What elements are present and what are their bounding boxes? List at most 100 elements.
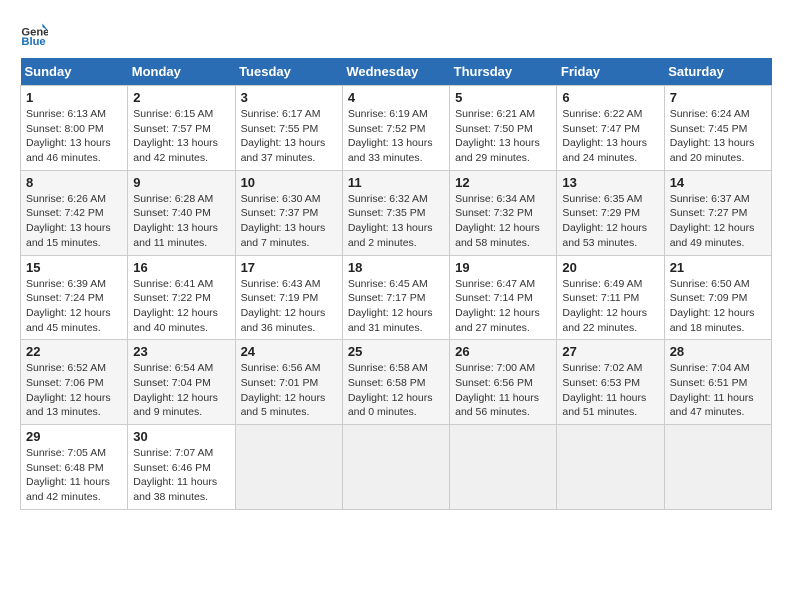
day-info: Sunrise: 6:21 AM Sunset: 7:50 PM Dayligh…: [455, 107, 551, 166]
day-info: Sunrise: 6:30 AM Sunset: 7:37 PM Dayligh…: [241, 192, 337, 251]
calendar-week-0: 1 Sunrise: 6:13 AM Sunset: 8:00 PM Daylig…: [21, 86, 772, 171]
day-number: 4: [348, 90, 444, 105]
calendar-cell: 20Sunrise: 6:49 AM Sunset: 7:11 PM Dayli…: [557, 255, 664, 340]
calendar-week-1: 8 Sunrise: 6:26 AM Sunset: 7:42 PM Daylig…: [21, 170, 772, 255]
calendar-cell: 1 Sunrise: 6:13 AM Sunset: 8:00 PM Daylig…: [21, 86, 128, 171]
day-number: 8: [26, 175, 122, 190]
day-info: Sunrise: 6:52 AM Sunset: 7:06 PM Dayligh…: [26, 361, 122, 420]
day-info: Sunrise: 6:45 AM Sunset: 7:17 PM Dayligh…: [348, 277, 444, 336]
day-info: Sunrise: 6:49 AM Sunset: 7:11 PM Dayligh…: [562, 277, 658, 336]
calendar-cell: 11 Sunrise: 6:32 AM Sunset: 7:35 PM Dayli…: [342, 170, 449, 255]
day-number: 28: [670, 344, 766, 359]
day-info: Sunrise: 6:24 AM Sunset: 7:45 PM Dayligh…: [670, 107, 766, 166]
day-number: 16: [133, 260, 229, 275]
day-number: 25: [348, 344, 444, 359]
day-info: Sunrise: 7:05 AM Sunset: 6:48 PM Dayligh…: [26, 446, 122, 505]
calendar-week-2: 15 Sunrise: 6:39 AM Sunset: 7:24 PM Dayli…: [21, 255, 772, 340]
calendar-cell: 21 Sunrise: 6:50 AM Sunset: 7:09 PM Dayli…: [664, 255, 771, 340]
day-info: Sunrise: 6:43 AM Sunset: 7:19 PM Dayligh…: [241, 277, 337, 336]
calendar-table: SundayMondayTuesdayWednesdayThursdayFrid…: [20, 58, 772, 510]
day-info: Sunrise: 6:37 AM Sunset: 7:27 PM Dayligh…: [670, 192, 766, 251]
day-number: 15: [26, 260, 122, 275]
calendar-cell: 22 Sunrise: 6:52 AM Sunset: 7:06 PM Dayli…: [21, 340, 128, 425]
weekday-header-friday: Friday: [557, 58, 664, 86]
weekday-header-wednesday: Wednesday: [342, 58, 449, 86]
calendar-cell: 12 Sunrise: 6:34 AM Sunset: 7:32 PM Dayli…: [450, 170, 557, 255]
logo: General Blue: [20, 20, 48, 48]
calendar-cell: [342, 425, 449, 510]
calendar-cell: 28Sunrise: 7:04 AM Sunset: 6:51 PM Dayli…: [664, 340, 771, 425]
day-number: 17: [241, 260, 337, 275]
weekday-header-tuesday: Tuesday: [235, 58, 342, 86]
day-number: 1: [26, 90, 122, 105]
calendar-cell: 17 Sunrise: 6:43 AM Sunset: 7:19 PM Dayli…: [235, 255, 342, 340]
day-info: Sunrise: 6:35 AM Sunset: 7:29 PM Dayligh…: [562, 192, 658, 251]
day-number: 10: [241, 175, 337, 190]
calendar-cell: 14 Sunrise: 6:37 AM Sunset: 7:27 PM Dayli…: [664, 170, 771, 255]
day-number: 14: [670, 175, 766, 190]
weekday-header-monday: Monday: [128, 58, 235, 86]
day-info: Sunrise: 6:58 AM Sunset: 6:58 PM Dayligh…: [348, 361, 444, 420]
day-number: 11: [348, 175, 444, 190]
day-info: Sunrise: 6:22 AM Sunset: 7:47 PM Dayligh…: [562, 107, 658, 166]
day-number: 29: [26, 429, 122, 444]
day-info: Sunrise: 7:02 AM Sunset: 6:53 PM Dayligh…: [562, 361, 658, 420]
day-number: 27: [562, 344, 658, 359]
calendar-cell: 5Sunrise: 6:21 AM Sunset: 7:50 PM Daylig…: [450, 86, 557, 171]
day-info: Sunrise: 6:13 AM Sunset: 8:00 PM Dayligh…: [26, 107, 122, 166]
day-number: 22: [26, 344, 122, 359]
calendar-cell: 7 Sunrise: 6:24 AM Sunset: 7:45 PM Daylig…: [664, 86, 771, 171]
calendar-cell: [450, 425, 557, 510]
calendar-cell: [235, 425, 342, 510]
calendar-cell: [664, 425, 771, 510]
calendar-cell: 27 Sunrise: 7:02 AM Sunset: 6:53 PM Dayli…: [557, 340, 664, 425]
day-number: 7: [670, 90, 766, 105]
day-number: 2: [133, 90, 229, 105]
day-info: Sunrise: 6:28 AM Sunset: 7:40 PM Dayligh…: [133, 192, 229, 251]
day-number: 12: [455, 175, 551, 190]
calendar-cell: 6Sunrise: 6:22 AM Sunset: 7:47 PM Daylig…: [557, 86, 664, 171]
calendar-cell: 2 Sunrise: 6:15 AM Sunset: 7:57 PM Daylig…: [128, 86, 235, 171]
calendar-cell: 4 Sunrise: 6:19 AM Sunset: 7:52 PM Daylig…: [342, 86, 449, 171]
day-number: 26: [455, 344, 551, 359]
calendar-week-4: 29 Sunrise: 7:05 AM Sunset: 6:48 PM Dayli…: [21, 425, 772, 510]
day-number: 9: [133, 175, 229, 190]
weekday-header-thursday: Thursday: [450, 58, 557, 86]
calendar-cell: 16 Sunrise: 6:41 AM Sunset: 7:22 PM Dayli…: [128, 255, 235, 340]
calendar-cell: 24 Sunrise: 6:56 AM Sunset: 7:01 PM Dayli…: [235, 340, 342, 425]
day-info: Sunrise: 6:56 AM Sunset: 7:01 PM Dayligh…: [241, 361, 337, 420]
page-header: General Blue: [20, 20, 772, 48]
calendar-cell: [557, 425, 664, 510]
calendar-cell: 18 Sunrise: 6:45 AM Sunset: 7:17 PM Dayli…: [342, 255, 449, 340]
day-info: Sunrise: 6:26 AM Sunset: 7:42 PM Dayligh…: [26, 192, 122, 251]
day-info: Sunrise: 6:17 AM Sunset: 7:55 PM Dayligh…: [241, 107, 337, 166]
day-info: Sunrise: 6:32 AM Sunset: 7:35 PM Dayligh…: [348, 192, 444, 251]
day-number: 13: [562, 175, 658, 190]
day-number: 30: [133, 429, 229, 444]
day-info: Sunrise: 6:34 AM Sunset: 7:32 PM Dayligh…: [455, 192, 551, 251]
day-number: 23: [133, 344, 229, 359]
day-number: 18: [348, 260, 444, 275]
calendar-cell: 26 Sunrise: 7:00 AM Sunset: 6:56 PM Dayli…: [450, 340, 557, 425]
calendar-cell: 19 Sunrise: 6:47 AM Sunset: 7:14 PM Dayli…: [450, 255, 557, 340]
day-info: Sunrise: 6:41 AM Sunset: 7:22 PM Dayligh…: [133, 277, 229, 336]
calendar-week-3: 22 Sunrise: 6:52 AM Sunset: 7:06 PM Dayli…: [21, 340, 772, 425]
day-info: Sunrise: 6:15 AM Sunset: 7:57 PM Dayligh…: [133, 107, 229, 166]
svg-text:Blue: Blue: [21, 36, 45, 48]
calendar-cell: 23Sunrise: 6:54 AM Sunset: 7:04 PM Dayli…: [128, 340, 235, 425]
weekday-header-saturday: Saturday: [664, 58, 771, 86]
day-number: 21: [670, 260, 766, 275]
calendar-cell: 30Sunrise: 7:07 AM Sunset: 6:46 PM Dayli…: [128, 425, 235, 510]
calendar-cell: 3Sunrise: 6:17 AM Sunset: 7:55 PM Daylig…: [235, 86, 342, 171]
day-info: Sunrise: 6:50 AM Sunset: 7:09 PM Dayligh…: [670, 277, 766, 336]
weekday-header-sunday: Sunday: [21, 58, 128, 86]
calendar-cell: 10 Sunrise: 6:30 AM Sunset: 7:37 PM Dayli…: [235, 170, 342, 255]
day-info: Sunrise: 6:19 AM Sunset: 7:52 PM Dayligh…: [348, 107, 444, 166]
calendar-cell: 15 Sunrise: 6:39 AM Sunset: 7:24 PM Dayli…: [21, 255, 128, 340]
day-number: 24: [241, 344, 337, 359]
day-info: Sunrise: 7:00 AM Sunset: 6:56 PM Dayligh…: [455, 361, 551, 420]
day-info: Sunrise: 6:39 AM Sunset: 7:24 PM Dayligh…: [26, 277, 122, 336]
calendar-cell: 8 Sunrise: 6:26 AM Sunset: 7:42 PM Daylig…: [21, 170, 128, 255]
day-number: 19: [455, 260, 551, 275]
day-info: Sunrise: 6:47 AM Sunset: 7:14 PM Dayligh…: [455, 277, 551, 336]
